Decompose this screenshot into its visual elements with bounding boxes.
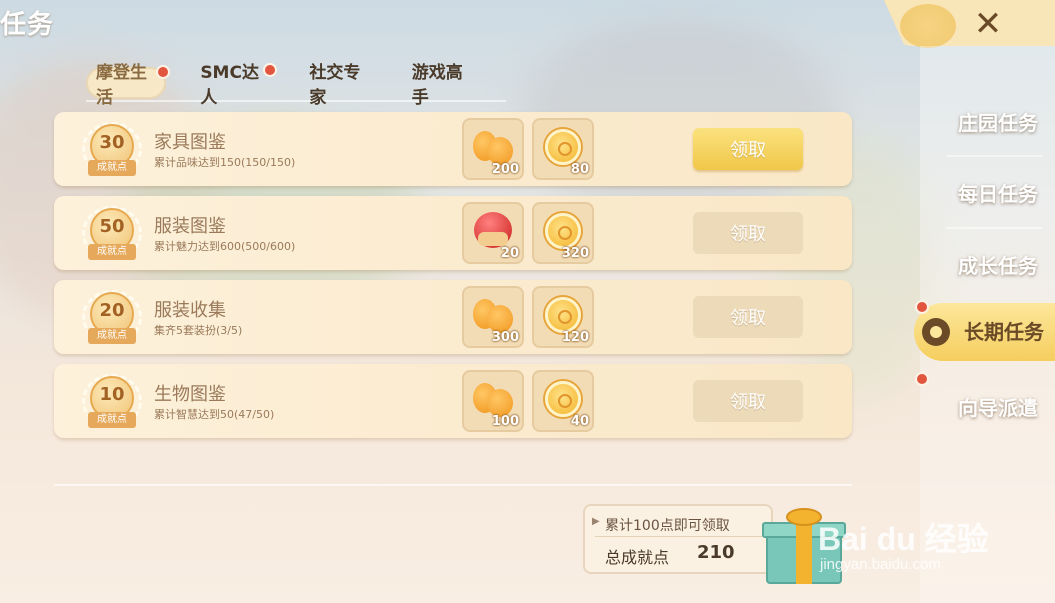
nav-daily-tasks[interactable]: 每日任务 xyxy=(938,178,1055,207)
tab-smc-expert[interactable]: SMC达人 xyxy=(192,63,278,108)
tab-modern-life[interactable]: 摩登生活 xyxy=(86,63,171,108)
reward-quantity: 80 xyxy=(570,162,589,177)
task-card: 10 成就点 生物图鉴 累计智慧达到50(47/50) 100 40 领取 xyxy=(54,364,852,438)
reward-quantity: 120 xyxy=(561,330,589,345)
achievement-points: 30 xyxy=(99,132,125,153)
reward-slot[interactable]: 200 xyxy=(462,118,524,180)
badge-caption: 成就点 xyxy=(88,328,136,344)
task-title: 服装收集 xyxy=(154,300,226,321)
task-card: 20 成就点 服装收集 集齐5套装扮(3/5) 300 120 领取 xyxy=(54,280,852,354)
reward-slot[interactable]: 120 xyxy=(532,286,594,348)
tab-social-expert[interactable]: 社交专家 xyxy=(301,63,377,108)
tab-game-master[interactable]: 游戏高手 xyxy=(404,63,480,108)
paw-icon xyxy=(922,318,950,346)
achievement-summary: 累计100点即可领取 总成就点 210 xyxy=(583,504,773,574)
tab-label: 社交专家 xyxy=(309,63,361,108)
reward-slot[interactable]: 20 xyxy=(462,202,524,264)
nav-growth-tasks[interactable]: 成长任务 xyxy=(938,250,1055,279)
coin-icon xyxy=(543,127,583,167)
task-card: 30 成就点 家具图鉴 累计品味达到150(150/150) 200 80 领取 xyxy=(54,112,852,186)
notification-dot xyxy=(915,372,929,386)
task-title: 生物图鉴 xyxy=(154,384,226,405)
orange-icon xyxy=(473,127,513,167)
task-description: 累计魅力达到600(500/600) xyxy=(154,240,296,253)
nav-manor-tasks[interactable]: 庄园任务 xyxy=(938,107,1055,136)
paw-decoration-icon xyxy=(900,4,956,48)
notification-dot xyxy=(263,63,278,77)
divider xyxy=(946,227,1042,229)
task-description: 累计品味达到150(150/150) xyxy=(154,156,296,169)
reward-slot[interactable]: 40 xyxy=(532,370,594,432)
tab-label: 游戏高手 xyxy=(411,63,463,108)
reward-slot[interactable]: 80 xyxy=(532,118,594,180)
subtab-bar: 摩登生活 SMC达人 社交专家 游戏高手 xyxy=(86,63,506,108)
watermark: Bai du 经验 jingyan.baidu.com xyxy=(818,514,1018,584)
coin-icon xyxy=(543,211,583,251)
orange-icon xyxy=(473,295,513,335)
task-title: 服装图鉴 xyxy=(154,216,226,237)
tab-label: SMC达人 xyxy=(200,63,259,108)
claim-button[interactable]: 领取 xyxy=(693,296,803,338)
achievement-badge: 10 成就点 xyxy=(82,372,142,432)
badge-caption: 成就点 xyxy=(88,160,136,176)
achievement-points: 20 xyxy=(99,300,125,321)
reward-tip: 累计100点即可领取 xyxy=(592,515,730,535)
notification-dot xyxy=(156,65,171,79)
achievement-points: 10 xyxy=(99,384,125,405)
claim-button[interactable]: 领取 xyxy=(693,212,803,254)
notification-dot xyxy=(915,300,929,314)
task-description: 累计智慧达到50(47/50) xyxy=(154,408,275,421)
achievement-points: 50 xyxy=(99,216,125,237)
achievement-badge: 20 成就点 xyxy=(82,288,142,348)
claim-button[interactable]: 领取 xyxy=(693,380,803,422)
reward-slot[interactable]: 320 xyxy=(532,202,594,264)
orange-icon xyxy=(473,379,513,419)
claim-button[interactable]: 领取 xyxy=(693,128,803,170)
total-points-value: 210 xyxy=(697,542,735,563)
watermark-url: jingyan.baidu.com xyxy=(820,556,941,573)
total-points-label: 总成就点 xyxy=(605,548,670,567)
tab-label: 摩登生活 xyxy=(96,63,147,108)
divider xyxy=(946,155,1042,157)
achievement-badge: 30 成就点 xyxy=(82,120,142,180)
reward-quantity: 200 xyxy=(491,162,519,177)
reward-slot[interactable]: 300 xyxy=(462,286,524,348)
task-description: 集齐5套装扮(3/5) xyxy=(154,324,243,337)
coin-icon xyxy=(543,379,583,419)
reward-quantity: 40 xyxy=(570,414,589,429)
close-icon[interactable]: ✕ xyxy=(966,4,1010,44)
task-card: 50 成就点 服装图鉴 累计魅力达到600(500/600) 20 320 领取 xyxy=(54,196,852,270)
reward-quantity: 20 xyxy=(500,246,519,261)
page-title: 任务 xyxy=(0,10,55,40)
fruit-icon xyxy=(473,211,513,251)
reward-quantity: 300 xyxy=(491,330,519,345)
badge-caption: 成就点 xyxy=(88,412,136,428)
coin-icon xyxy=(543,295,583,335)
badge-caption: 成就点 xyxy=(88,244,136,260)
task-title: 家具图鉴 xyxy=(154,132,226,153)
reward-quantity: 320 xyxy=(561,246,589,261)
watermark-brand: Bai du 经验 xyxy=(818,521,989,557)
achievement-badge: 50 成就点 xyxy=(82,204,142,264)
reward-quantity: 100 xyxy=(491,414,519,429)
divider xyxy=(595,536,763,537)
reward-slot[interactable]: 100 xyxy=(462,370,524,432)
nav-guide-dispatch[interactable]: 向导派遣 xyxy=(938,392,1055,421)
divider xyxy=(54,484,852,486)
